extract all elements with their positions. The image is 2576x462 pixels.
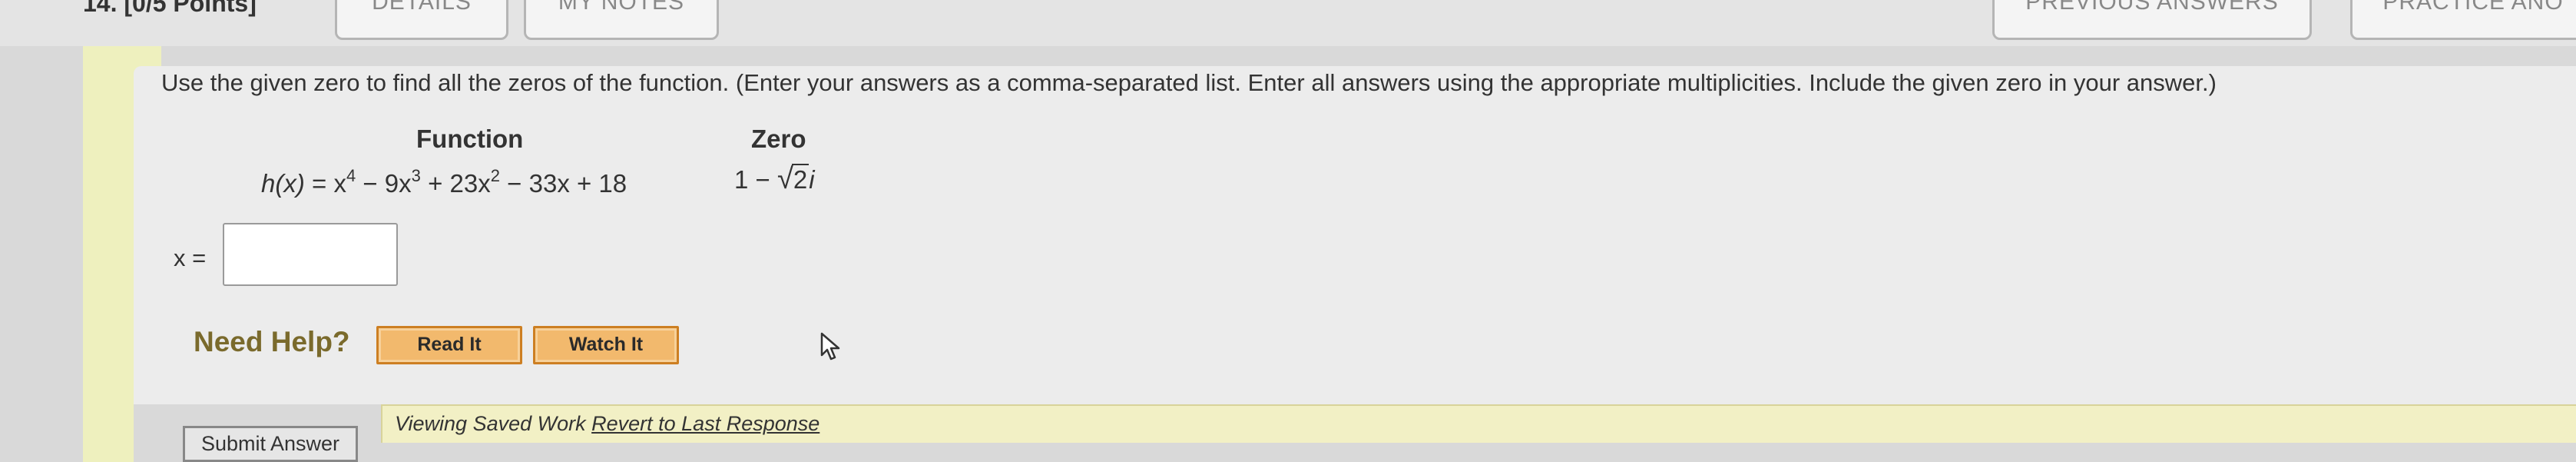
function-name: h(x) xyxy=(261,169,305,198)
exponent: 4 xyxy=(346,166,356,185)
tab-practice-another[interactable]: PRACTICE ANO xyxy=(2350,0,2576,40)
exponent: 2 xyxy=(490,166,500,185)
zero-column-header: Zero xyxy=(751,125,806,153)
radical-sign: √ xyxy=(776,163,793,195)
need-help-label: Need Help? xyxy=(194,326,350,357)
question-number: 14. [0/5 Points] xyxy=(83,0,257,17)
revert-link[interactable]: Revert to Last Response xyxy=(591,412,819,435)
answer-input[interactable] xyxy=(223,223,398,286)
watch-it-button[interactable]: Watch It xyxy=(533,326,679,364)
tab-previous-answers[interactable]: PREVIOUS ANSWERS xyxy=(1992,0,2312,40)
function-term: − 33x + 18 xyxy=(500,169,627,198)
radicand: 2 xyxy=(791,164,810,194)
tab-my-notes[interactable]: MY NOTES xyxy=(524,0,719,40)
zero-real-part: 1 − xyxy=(734,165,777,194)
given-zero: 1 − √2i xyxy=(734,163,815,196)
mouse-pointer-icon xyxy=(820,332,840,361)
function-term: + 23x xyxy=(420,169,491,198)
answer-label: x = xyxy=(174,244,207,271)
viewing-saved-label: Viewing Saved Work xyxy=(395,412,592,435)
saved-work-text: Viewing Saved Work Revert to Last Respon… xyxy=(395,412,819,436)
function-column-header: Function xyxy=(416,125,524,153)
read-it-button[interactable]: Read It xyxy=(376,326,522,364)
instructions-text: Use the given zero to find all the zeros… xyxy=(161,69,2217,96)
tab-details[interactable]: DETAILS xyxy=(335,0,508,40)
exponent: 3 xyxy=(411,166,421,185)
function-term: − 9x xyxy=(356,169,412,198)
submit-answer-button[interactable]: Submit Answer xyxy=(183,426,358,462)
function-term: = x xyxy=(304,169,346,198)
imaginary-unit: i xyxy=(809,165,815,194)
function-expression: h(x) = x4 − 9x3 + 23x2 − 33x + 18 xyxy=(261,166,627,198)
